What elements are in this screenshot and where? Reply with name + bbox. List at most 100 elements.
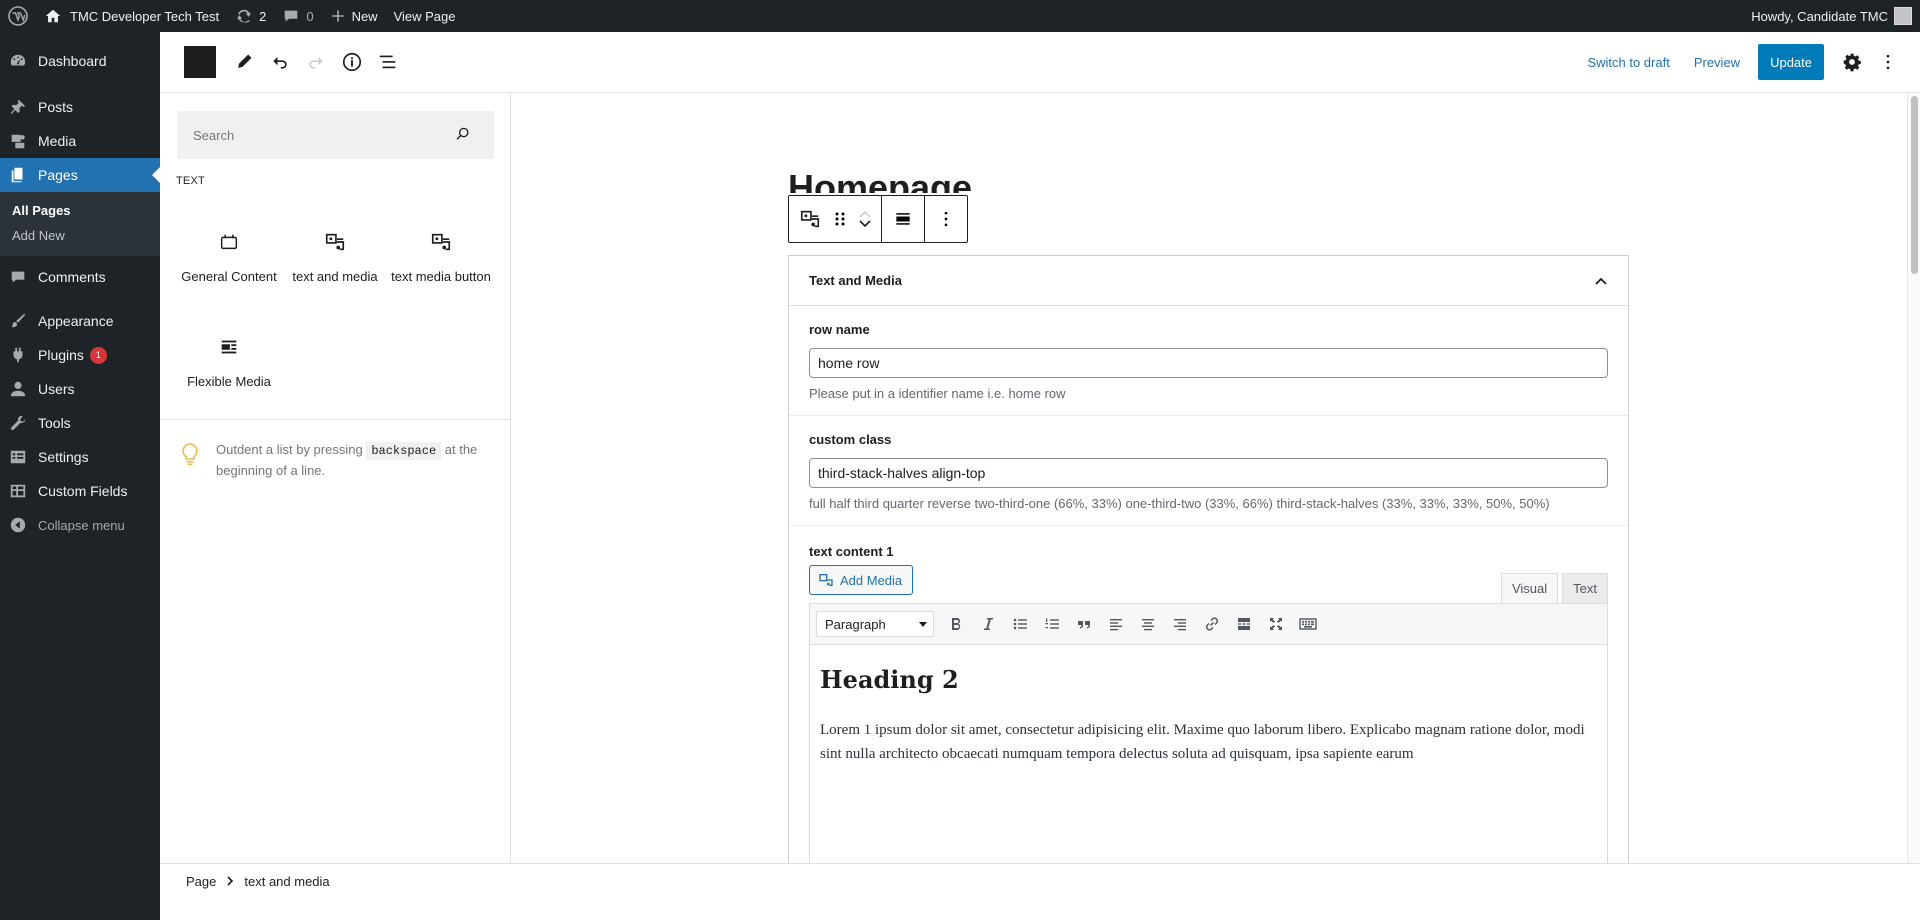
collapse-menu-button[interactable]: Collapse menu <box>0 508 160 542</box>
avatar <box>1894 7 1912 25</box>
fullscreen-icon <box>1270 618 1282 630</box>
block-general-content[interactable]: General Content <box>176 231 282 284</box>
read-more-button[interactable] <box>1228 609 1260 639</box>
block-search-input[interactable]: Search <box>177 111 494 159</box>
media-icon <box>8 131 28 151</box>
toolbar-toggle-button[interactable] <box>1292 609 1324 639</box>
wordpress-logo-icon[interactable] <box>0 0 36 32</box>
scrollbar-thumb[interactable] <box>1911 96 1918 274</box>
menu-item-media[interactable]: Media <box>0 124 160 158</box>
block-title: Text and Media <box>809 273 902 288</box>
user-icon <box>8 379 28 399</box>
page-title[interactable]: Homepage <box>788 167 972 193</box>
menu-label-media: Media <box>38 133 77 149</box>
details-button[interactable] <box>334 44 370 80</box>
bullet-list-icon <box>1013 618 1027 630</box>
view-page-link[interactable]: View Page <box>386 0 464 32</box>
field-row-name: row name home row Please put in a identi… <box>789 306 1628 416</box>
comments-link[interactable]: 0 <box>274 0 321 32</box>
breadcrumb-page[interactable]: Page <box>186 874 216 889</box>
updates-count: 2 <box>259 8 267 24</box>
menu-item-appearance[interactable]: Appearance <box>0 304 160 338</box>
tab-visual[interactable]: Visual <box>1500 573 1559 603</box>
undo-button[interactable] <box>262 44 298 80</box>
fullscreen-button[interactable] <box>1260 609 1292 639</box>
align-button[interactable] <box>888 196 918 242</box>
inserter-tip: Outdent a list by pressing backspace at … <box>160 419 510 481</box>
comment-icon <box>285 10 298 22</box>
switch-to-draft-button[interactable]: Switch to draft <box>1575 55 1681 70</box>
bullet-list-button[interactable] <box>1004 609 1036 639</box>
menu-item-comments[interactable]: Comments <box>0 260 160 294</box>
menu-item-dashboard[interactable]: Dashboard <box>0 44 160 78</box>
updates-link[interactable]: 2 <box>227 0 274 32</box>
chevron-up-icon[interactable] <box>1594 276 1608 286</box>
close-inserter-button[interactable] <box>184 46 216 78</box>
tinymce-toolbar: Paragraph <box>809 603 1608 645</box>
preview-button[interactable]: Preview <box>1682 55 1752 70</box>
custom-class-input[interactable]: third-stack-halves align-top <box>809 458 1608 488</box>
editor-footer: Page text and media <box>160 863 1920 920</box>
field-description: Please put in a identifier name i.e. hom… <box>809 386 1066 401</box>
align-left-button[interactable] <box>1100 609 1132 639</box>
new-content-link[interactable]: New <box>322 0 386 32</box>
blockquote-button[interactable] <box>1068 609 1100 639</box>
add-media-button[interactable]: Add Media <box>809 565 914 595</box>
align-right-icon <box>1174 619 1186 631</box>
insert-link-button[interactable] <box>1196 609 1228 639</box>
align-center-button[interactable] <box>1132 609 1164 639</box>
tab-text[interactable]: Text <box>1562 573 1608 603</box>
media-text-icon <box>282 231 388 255</box>
menu-item-tools[interactable]: Tools <box>0 406 160 440</box>
submenu-add-new[interactable]: Add New <box>0 223 160 248</box>
block-type-button[interactable] <box>795 196 825 242</box>
view-page-label: View Page <box>393 8 456 24</box>
move-down-icon[interactable] <box>858 219 872 229</box>
visual-editor-content[interactable]: Heading 2 Lorem 1 ipsum dolor sit amet, … <box>809 645 1608 863</box>
text-and-media-block[interactable]: Text and Media row name home row Please … <box>788 255 1629 863</box>
menu-item-settings[interactable]: Settings <box>0 440 160 474</box>
move-up-icon[interactable] <box>858 209 872 219</box>
format-select[interactable]: Paragraph <box>816 611 934 637</box>
media-text-icon <box>388 231 494 255</box>
search-icon <box>456 127 469 140</box>
site-name-link[interactable]: TMC Developer Tech Test <box>36 0 227 32</box>
block-options-button[interactable] <box>931 196 961 242</box>
breadcrumb-block[interactable]: text and media <box>244 874 329 889</box>
menu-item-posts[interactable]: Posts <box>0 90 160 124</box>
block-text-and-media[interactable]: text and media <box>282 231 388 284</box>
numbered-list-button[interactable] <box>1036 609 1068 639</box>
lightbulb-icon <box>180 442 200 481</box>
settings-button[interactable] <box>1834 44 1870 80</box>
my-account-link[interactable]: Howdy, Candidate TMC <box>1743 0 1920 32</box>
menu-item-plugins[interactable]: Plugins 1 <box>0 338 160 372</box>
redo-icon <box>309 57 323 69</box>
redo-button[interactable] <box>298 44 334 80</box>
home-icon <box>45 9 61 23</box>
bold-button[interactable] <box>940 609 972 639</box>
italic-button[interactable] <box>972 609 1004 639</box>
align-right-button[interactable] <box>1164 609 1196 639</box>
update-button[interactable]: Update <box>1758 44 1824 80</box>
submenu-all-pages[interactable]: All Pages <box>0 198 160 223</box>
canvas-scrollbar[interactable] <box>1907 93 1920 863</box>
options-button[interactable] <box>1870 44 1906 80</box>
menu-item-users[interactable]: Users <box>0 372 160 406</box>
pages-submenu: All Pages Add New <box>0 192 160 256</box>
row-name-input[interactable]: home row <box>809 348 1608 378</box>
block-text-media-button[interactable]: text media button <box>388 231 494 284</box>
keyboard-icon <box>1299 618 1317 630</box>
media-layout-icon <box>176 336 282 360</box>
plugins-update-badge: 1 <box>89 346 107 364</box>
block-header[interactable]: Text and Media <box>789 256 1628 306</box>
howdy-text: Howdy, Candidate TMC <box>1751 8 1888 24</box>
tools-button[interactable] <box>226 44 262 80</box>
block-flexible-media[interactable]: Flexible Media <box>176 336 282 389</box>
dashboard-icon <box>8 51 28 71</box>
menu-item-pages[interactable]: Pages <box>0 158 160 192</box>
plus-icon <box>331 10 344 22</box>
drag-handle[interactable] <box>825 196 855 242</box>
menu-item-custom-fields[interactable]: Custom Fields <box>0 474 160 508</box>
list-view-button[interactable] <box>370 44 406 80</box>
menu-label-custom-fields: Custom Fields <box>38 483 128 499</box>
